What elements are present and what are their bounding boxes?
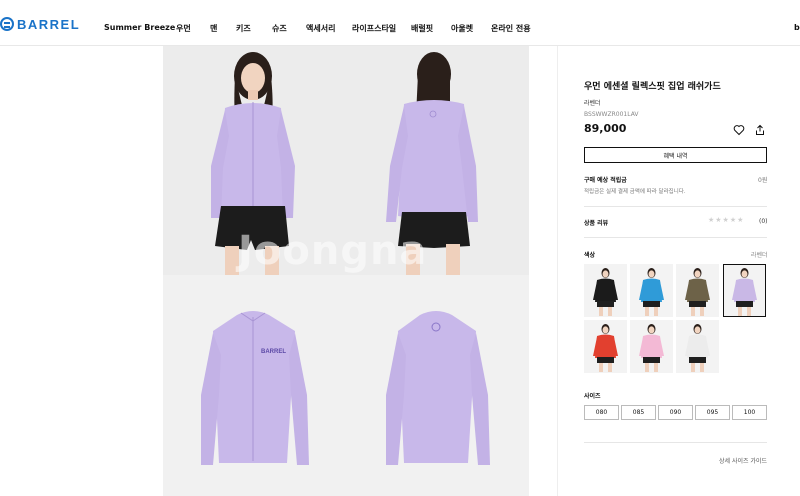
gallery-watermark: Joongna	[238, 228, 428, 274]
size-guide-link[interactable]: 상세 사이즈 가이드	[719, 456, 767, 465]
color-swatch[interactable]	[676, 320, 719, 373]
nav-item-barrelfit[interactable]: 배럴핏	[411, 23, 433, 34]
product-price: 89,000	[584, 122, 627, 135]
nav-item-summer-breeze[interactable]: Summer Breeze	[104, 23, 175, 32]
review-label[interactable]: 상품 리뷰	[584, 218, 608, 227]
color-swatch[interactable]	[723, 264, 766, 317]
size-label: 사이즈	[584, 393, 601, 400]
logo-text: BARREL	[17, 16, 81, 32]
color-swatch[interactable]	[584, 264, 627, 317]
logo-icon	[0, 17, 14, 31]
selected-color-name: 라벤더	[751, 252, 768, 259]
nav-item-cut[interactable]: b	[794, 23, 800, 32]
nav-item-outlet[interactable]: 아울렛	[451, 23, 473, 34]
share-icon[interactable]	[753, 123, 767, 137]
color-swatch[interactable]	[676, 264, 719, 317]
product-info-panel: 우먼 에센셜 릴렉스핏 집업 래쉬가드 라벤더 BSSWWZR001LAV 89…	[557, 46, 800, 496]
color-swatch[interactable]	[584, 320, 627, 373]
nav-item-online-only[interactable]: 온라인 전용	[491, 23, 531, 34]
size-option-085[interactable]: 085	[621, 405, 656, 420]
review-count[interactable]: (0)	[759, 218, 768, 225]
nav-item-lifestyle[interactable]: 라이프스타일	[352, 23, 396, 34]
product-title: 우먼 에센셜 릴렉스핏 집업 래쉬가드	[584, 82, 721, 92]
wishlist-heart-icon[interactable]	[732, 123, 746, 137]
size-option-090[interactable]: 090	[658, 405, 693, 420]
color-swatch[interactable]	[630, 320, 673, 373]
product-code: BSSWWZR001LAV	[584, 111, 639, 118]
expected-points-note: 적립금은 실제 결제 금액에 따라 달라집니다.	[584, 189, 686, 195]
divider	[584, 237, 767, 238]
size-option-080[interactable]: 080	[584, 405, 619, 420]
nav-item-shoes[interactable]: 슈즈	[272, 23, 287, 34]
review-stars: ★★★★★	[708, 216, 745, 224]
product-photo-flat-back[interactable]	[346, 275, 529, 496]
product-photo-flat-front[interactable]: BARREL	[163, 275, 346, 496]
benefit-details-button[interactable]: 혜택 내역	[584, 147, 767, 163]
site-header: BARREL Summer Breeze 우먼 맨 키즈 슈즈 액세서리 라이프…	[0, 0, 800, 46]
color-label: 색상	[584, 252, 596, 259]
size-option-095[interactable]: 095	[695, 405, 730, 420]
brand-logo[interactable]: BARREL	[0, 16, 80, 32]
expected-points-value: 0원	[758, 177, 768, 184]
nav-item-women[interactable]: 우먼	[176, 23, 191, 34]
size-option-100[interactable]: 100	[732, 405, 767, 420]
svg-text:BARREL: BARREL	[261, 349, 286, 355]
nav-item-accessories[interactable]: 액세서리	[306, 23, 335, 34]
color-swatch[interactable]	[630, 264, 673, 317]
divider	[584, 206, 767, 207]
divider	[584, 442, 767, 443]
product-color-name: 라벤더	[584, 100, 601, 107]
expected-points-label: 구매 예상 적립금	[584, 177, 627, 184]
nav-item-kids[interactable]: 키즈	[236, 23, 251, 34]
nav-item-men[interactable]: 맨	[210, 23, 217, 34]
